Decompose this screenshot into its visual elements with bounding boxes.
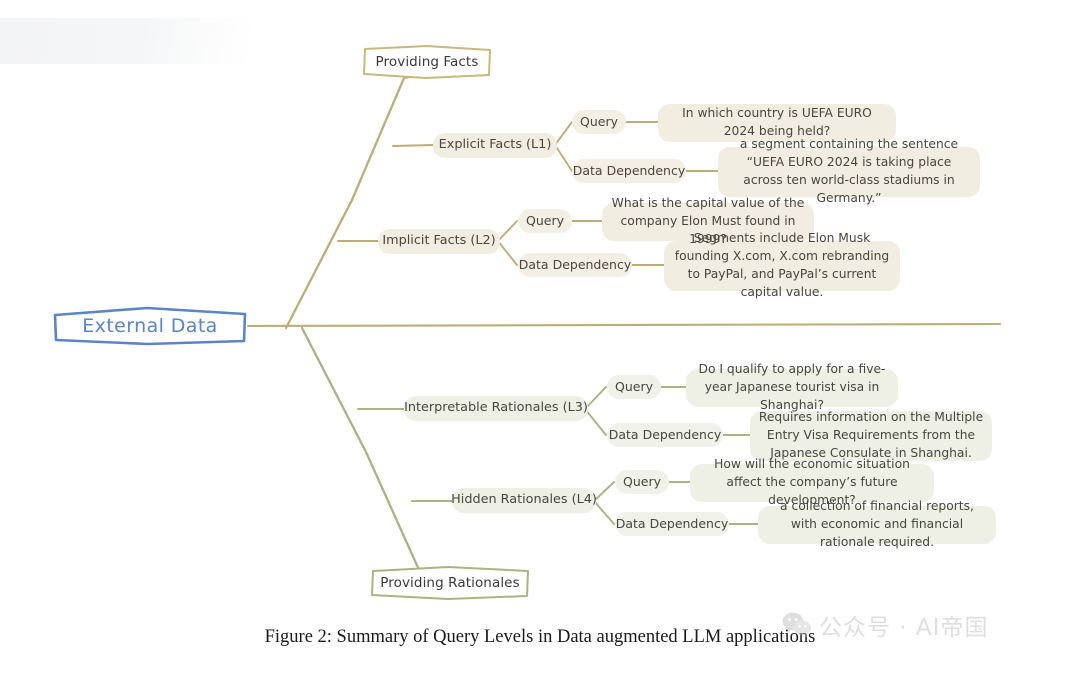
root-node-external-data[interactable]: External Data bbox=[52, 306, 248, 346]
node-providing-rationales[interactable]: Providing Rationales bbox=[368, 565, 532, 601]
fork-l2-dep bbox=[497, 240, 518, 266]
node-l3-dep-kind[interactable]: Data Dependency bbox=[607, 423, 723, 447]
node-l3-query-text: Do I qualify to apply for a five-year Ja… bbox=[686, 362, 898, 412]
fork-l3-query bbox=[584, 386, 607, 410]
level-l1-label: Explicit Facts (L1) bbox=[438, 137, 552, 153]
node-level-l4[interactable]: Hidden Rationales (L4) bbox=[451, 488, 597, 513]
l1-query-kind-label: Query bbox=[580, 113, 618, 129]
node-level-l2[interactable]: Implicit Facts (L2) bbox=[378, 229, 500, 254]
l3-query-kind-label: Query bbox=[615, 378, 653, 394]
fork-l2-query bbox=[497, 220, 518, 242]
node-l3-query-kind[interactable]: Query bbox=[607, 375, 661, 399]
node-providing-facts[interactable]: Providing Facts bbox=[360, 44, 494, 80]
node-l1-dep-kind[interactable]: Data Dependency bbox=[572, 159, 686, 183]
l3-query-text: Do I qualify to apply for a five-year Ja… bbox=[698, 362, 886, 412]
l4-dep-kind-label: Data Dependency bbox=[615, 515, 729, 531]
stem-l1 bbox=[392, 144, 434, 147]
fork-l3-dep bbox=[584, 408, 607, 436]
node-l4-query-kind[interactable]: Query bbox=[615, 470, 669, 494]
l2-dep-text: Segments include Elon Musk founding X.co… bbox=[674, 231, 890, 299]
trunk-lower bbox=[300, 326, 446, 578]
l3-dep-kind-label: Data Dependency bbox=[608, 426, 722, 442]
trunk-upper bbox=[284, 72, 428, 330]
node-l1-query-kind[interactable]: Query bbox=[572, 110, 626, 134]
node-l2-query-kind[interactable]: Query bbox=[518, 209, 572, 233]
l4-dep-text: a collection of financial reports, with … bbox=[780, 499, 974, 549]
spine-horizontal bbox=[246, 322, 1002, 328]
l1-dep-kind-label: Data Dependency bbox=[572, 162, 686, 178]
fork-l1-query bbox=[554, 121, 573, 146]
l3-dep-text: Requires information on the Multiple Ent… bbox=[758, 410, 984, 460]
level-l3-label: Interpretable Rationales (L3) bbox=[404, 400, 588, 416]
node-l4-query-text: How will the economic situation affect t… bbox=[690, 457, 934, 507]
providing-facts-label: Providing Facts bbox=[375, 54, 479, 70]
root-node-label: External Data bbox=[82, 315, 218, 337]
fork-l4-dep bbox=[593, 500, 615, 525]
node-level-l1[interactable]: Explicit Facts (L1) bbox=[433, 133, 557, 158]
node-l2-dep-kind[interactable]: Data Dependency bbox=[518, 253, 632, 277]
figure-caption: Figure 2: Summary of Query Levels in Dat… bbox=[264, 627, 816, 647]
node-l1-dep-text: a segment containing the sentence “UEFA … bbox=[718, 137, 980, 205]
level-l2-label: Implicit Facts (L2) bbox=[382, 233, 496, 249]
providing-rationales-label: Providing Rationales bbox=[380, 575, 520, 591]
node-l4-dep-kind[interactable]: Data Dependency bbox=[615, 512, 729, 536]
level-l4-label: Hidden Rationales (L4) bbox=[451, 492, 597, 508]
node-l2-dep-text: Segments include Elon Musk founding X.co… bbox=[664, 231, 900, 299]
l2-query-kind-label: Query bbox=[526, 212, 564, 228]
fork-l4-query bbox=[593, 481, 615, 502]
l4-query-kind-label: Query bbox=[623, 473, 661, 489]
scan-artifact bbox=[0, 18, 250, 64]
node-l4-dep-text: a collection of financial reports, with … bbox=[758, 499, 996, 549]
fork-l1-dep bbox=[554, 144, 573, 172]
l2-dep-kind-label: Data Dependency bbox=[518, 256, 632, 272]
mindmap-figure: External Data Providing Facts Providing … bbox=[0, 0, 1080, 677]
node-l3-dep-text: Requires information on the Multiple Ent… bbox=[750, 410, 992, 461]
node-level-l3[interactable]: Interpretable Rationales (L3) bbox=[404, 396, 588, 421]
